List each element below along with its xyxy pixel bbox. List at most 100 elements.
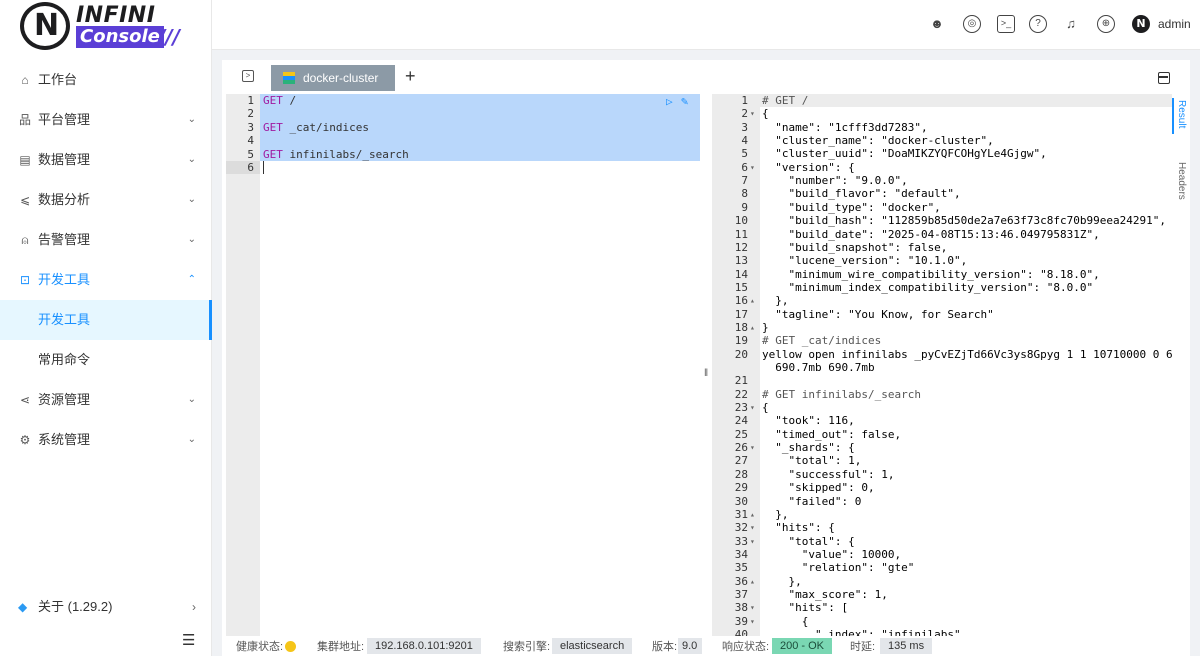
layout-icon[interactable] (1158, 72, 1170, 84)
database-icon: ▤ (19, 153, 31, 167)
line-number: 4 (247, 134, 254, 148)
sidebar-item-alerts[interactable]: ⍝ 告警管理 ⌄ (0, 220, 212, 260)
output-line: "hits": [ (762, 601, 849, 615)
sidebar-item-label: 数据分析 (38, 192, 91, 207)
wrench-icon[interactable]: ✎ (681, 94, 688, 108)
fold-toggle-icon[interactable]: ▾ (750, 521, 755, 534)
bell-icon[interactable]: ♫ (1062, 15, 1080, 33)
cluster-addr-label: 集群地址: (317, 641, 365, 653)
fold-toggle-icon[interactable]: ▾ (750, 535, 755, 548)
chevron-up-icon: ⌃ (187, 274, 196, 285)
add-tab-icon[interactable]: + (405, 66, 416, 87)
output-line: "number": "9.0.0", (762, 174, 908, 188)
line-number: 15 (734, 280, 748, 294)
discord-icon[interactable]: ☻ (928, 15, 946, 33)
fold-toggle-icon[interactable]: ▾ (750, 161, 755, 174)
tab-result[interactable]: Result (1176, 100, 1187, 128)
line-number: 5 (741, 147, 748, 161)
user-name[interactable]: admin (1158, 17, 1191, 31)
sidebar-item-platform[interactable]: 品 平台管理 ⌄ (0, 100, 212, 140)
sidebar-item-resources[interactable]: ⋖ 资源管理 ⌄ (0, 380, 212, 420)
side-tabs: Result Headers (1172, 94, 1190, 636)
line-number: 8 (741, 187, 748, 201)
response-output[interactable]: 1 # GET /2 ▾{3 "name": "1cfff3dd7283", 4 "c… (712, 94, 1172, 636)
sidebar-item-analysis[interactable]: ⩽ 数据分析 ⌄ (0, 180, 212, 220)
line-number: 3 (741, 120, 748, 134)
top-bar: ☻ ◎ >_ ? ♫ ⊕ N admin (212, 0, 1200, 50)
line-number: 5 (247, 147, 254, 161)
sidebar-item-label: 常用命令 (38, 352, 91, 367)
line-number: 26 (734, 441, 748, 455)
fold-toggle-icon[interactable]: ▴ (750, 575, 755, 588)
pane-splitter[interactable]: ‖ (704, 94, 710, 636)
tab-headers[interactable]: Headers (1176, 162, 1187, 200)
sidebar-item-label: 系统管理 (38, 432, 91, 447)
about-label: 关于 (1.29.2) (38, 599, 113, 614)
fold-toggle-icon[interactable]: ▴ (750, 508, 755, 521)
output-line: "timed_out": false, (762, 427, 902, 441)
fold-toggle-icon[interactable]: ▾ (750, 401, 755, 414)
output-line: "max_score": 1, (762, 587, 888, 601)
fold-toggle-icon[interactable]: ▴ (750, 321, 755, 334)
terminal-icon[interactable]: > (242, 70, 254, 82)
fold-toggle-icon[interactable]: ▾ (750, 615, 755, 628)
line-number: 29 (734, 481, 748, 495)
logo[interactable]: N INFINI Console /// (20, 2, 190, 50)
line-number: 4 (741, 134, 748, 148)
sidebar-subitem-commands[interactable]: 常用命令 (0, 340, 212, 380)
line-number: 3 (247, 120, 254, 134)
engine-label: 搜索引擎: (503, 641, 551, 653)
logo-mark: N (20, 2, 70, 50)
output-line: "total": 1, (762, 454, 862, 468)
output-line: "failed": 0 (762, 494, 862, 508)
line-number: 16 (734, 294, 748, 308)
terminal-icon: ⊡ (19, 273, 31, 287)
side-tab-indicator (1172, 98, 1174, 134)
sidebar-item-label: 数据管理 (38, 152, 91, 167)
gear-icon: ⚙ (19, 433, 31, 447)
output-line: "minimum_wire_compatibility_version": "8… (762, 267, 1100, 281)
avatar[interactable]: N (1132, 15, 1150, 33)
sidebar-subitem-devtools[interactable]: 开发工具 (0, 300, 212, 340)
run-icon[interactable]: ▷ (666, 95, 673, 108)
alarm-icon: ⍝ (21, 233, 29, 247)
output-line: # GET _cat/indices (762, 334, 882, 348)
sidebar-item-workbench[interactable]: ⌂ 工作台 (0, 60, 212, 100)
line-number: 10 (734, 214, 748, 228)
output-line: # GET / (762, 94, 809, 107)
cursor (263, 161, 264, 174)
tab-docker-cluster[interactable]: docker-cluster (271, 65, 395, 91)
fold-toggle-icon[interactable]: ▾ (750, 601, 755, 614)
sidebar-item-system[interactable]: ⚙ 系统管理 ⌄ (0, 420, 212, 460)
sidebar-item-devtools[interactable]: ⊡ 开发工具 ⌃ (0, 260, 212, 300)
sidebar-item-label: 告警管理 (38, 232, 91, 247)
request-editor[interactable]: 1 2 3 4 5 6 GET / GET _cat/indices GET i… (226, 94, 704, 636)
line-number: 24 (734, 414, 748, 428)
fold-toggle-icon[interactable]: ▾ (750, 107, 755, 120)
sidebar-item-about[interactable]: ◆ 关于 (1.29.2) › (0, 587, 212, 627)
help-icon[interactable]: ? (1029, 15, 1047, 33)
sidebar-item-data[interactable]: ▤ 数据管理 ⌄ (0, 140, 212, 180)
fold-toggle-icon[interactable]: ▾ (750, 441, 755, 454)
output-line: 690.7mb 690.7mb (762, 361, 875, 374)
line-number: 35 (734, 561, 748, 575)
sidebar-item-label: 资源管理 (38, 392, 91, 407)
active-line (760, 94, 1172, 107)
logo-text-top: INFINI (76, 3, 156, 28)
line-number: 6 (226, 161, 260, 174)
console-icon[interactable]: >_ (997, 15, 1015, 33)
sidebar: N INFINI Console /// ⌂ 工作台 品 平台管理 ⌄ ▤ 数据… (0, 0, 212, 656)
code-line: GET / (263, 94, 297, 107)
version-value: 9.0 (678, 638, 702, 654)
collapse-menu-icon[interactable]: ☰ (182, 631, 195, 649)
health-label: 健康状态: (236, 641, 284, 653)
github-icon[interactable]: ◎ (963, 15, 981, 33)
output-line: yellow open infinilabs _pyCvEZjTd66Vc3ys… (762, 347, 1172, 361)
output-line: } (762, 320, 769, 334)
line-number: 37 (734, 587, 748, 601)
chevron-down-icon: ⌄ (187, 114, 196, 125)
line-number: 2 (247, 107, 254, 121)
cluster-addr-value: 192.168.0.101:9201 (367, 638, 481, 654)
globe-icon[interactable]: ⊕ (1097, 15, 1115, 33)
fold-toggle-icon[interactable]: ▴ (750, 294, 755, 307)
